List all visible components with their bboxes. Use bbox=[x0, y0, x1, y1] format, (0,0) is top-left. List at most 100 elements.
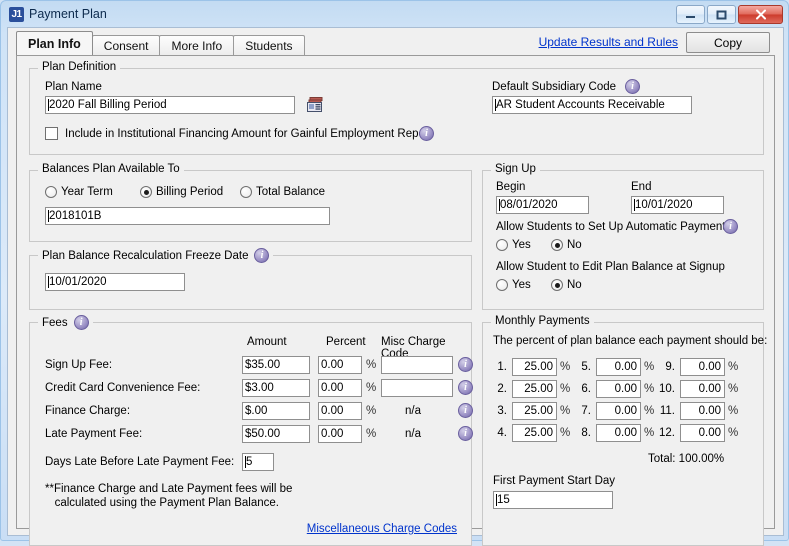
plan-name-input[interactable]: 2020 Fall Billing Period bbox=[45, 96, 295, 114]
payment-num-11: 11. bbox=[653, 405, 675, 417]
gainful-employment-checkbox-row[interactable]: Include in Institutional Financing Amoun… bbox=[45, 127, 432, 140]
payment-input-11[interactable]: 0.00 bbox=[680, 402, 725, 420]
info-icon-fees[interactable]: i bbox=[74, 315, 89, 330]
freeze-date-title: Plan Balance Recalculation Freeze Date i bbox=[38, 248, 273, 263]
payment-input-3[interactable]: 25.00 bbox=[512, 402, 557, 420]
sign-up-begin-input[interactable]: 08/01/2020 bbox=[496, 196, 589, 214]
fee-amount-late-payment[interactable]: $50.00 bbox=[242, 425, 310, 443]
balances-value: 2018101B bbox=[49, 210, 101, 222]
radio-dot-auto-payments-yes[interactable] bbox=[496, 239, 508, 251]
payment-input-9[interactable]: 0.00 bbox=[680, 358, 725, 376]
info-icon-late-payment-fee[interactable]: i bbox=[458, 426, 473, 441]
miscellaneous-charge-codes-link[interactable]: Miscellaneous Charge Codes bbox=[307, 523, 457, 535]
info-icon-subsidiary[interactable]: i bbox=[625, 79, 640, 94]
radio-dot-edit-balance-no[interactable] bbox=[551, 279, 563, 291]
fee-percent-late-payment[interactable]: 0.00 bbox=[318, 425, 362, 443]
fee-amount-sign-up[interactable]: $35.00 bbox=[242, 356, 310, 374]
first-payment-start-day-label: First Payment Start Day bbox=[493, 475, 615, 487]
payment-input-7[interactable]: 0.00 bbox=[596, 402, 641, 420]
payment-input-6[interactable]: 0.00 bbox=[596, 380, 641, 398]
fee-percent-credit-card[interactable]: 0.00 bbox=[318, 379, 362, 397]
days-late-input[interactable]: 5 bbox=[242, 453, 274, 471]
payment-input-8[interactable]: 0.00 bbox=[596, 424, 641, 442]
update-results-and-rules-link[interactable]: Update Results and Rules bbox=[539, 35, 678, 49]
first-payment-start-day-input[interactable]: 15 bbox=[493, 491, 613, 509]
tab-students[interactable]: Students bbox=[233, 35, 304, 55]
radio-label-billing-period: Billing Period bbox=[156, 186, 223, 198]
radio-dot-total-balance[interactable] bbox=[240, 186, 252, 198]
tab-consent[interactable]: Consent bbox=[92, 35, 161, 55]
payment-input-10[interactable]: 0.00 bbox=[680, 380, 725, 398]
balances-value-input[interactable]: 2018101B bbox=[45, 207, 330, 225]
radio-dot-auto-payments-no[interactable] bbox=[551, 239, 563, 251]
default-subsidiary-code-input[interactable]: AR Student Accounts Receivable bbox=[492, 96, 692, 114]
payment-value-7: 0.00 bbox=[615, 405, 637, 417]
payment-num-6: 6. bbox=[575, 383, 591, 395]
tab-panel-plan-info: Update Results and Rules Copy Plan Defin… bbox=[16, 55, 775, 529]
radio-edit-balance-no[interactable]: No bbox=[551, 279, 582, 291]
fees-title: Fees i bbox=[38, 315, 93, 330]
freeze-date-input[interactable]: 10/01/2020 bbox=[45, 273, 185, 291]
payment-input-1[interactable]: 25.00 bbox=[512, 358, 557, 376]
radio-year-term[interactable]: Year Term bbox=[45, 186, 113, 198]
payment-value-12: 0.00 bbox=[699, 427, 721, 439]
info-icon-credit-card-fee[interactable]: i bbox=[458, 380, 473, 395]
radio-auto-payments-no[interactable]: No bbox=[551, 239, 582, 251]
tab-plan-info[interactable]: Plan Info bbox=[16, 31, 93, 55]
sign-up-end-input[interactable]: 10/01/2020 bbox=[631, 196, 724, 214]
info-icon-finance-charge[interactable]: i bbox=[458, 403, 473, 418]
percent-symbol-3: % bbox=[366, 405, 376, 417]
gainful-employment-checkbox[interactable] bbox=[45, 127, 58, 140]
tab-more-info[interactable]: More Info bbox=[159, 35, 234, 55]
auto-payments-label: Allow Students to Set Up Automatic Payme… bbox=[496, 221, 731, 233]
close-button[interactable] bbox=[738, 5, 783, 24]
fee-percent-finance-charge-value: 0.00 bbox=[321, 405, 343, 417]
fee-percent-credit-card-value: 0.00 bbox=[321, 382, 343, 394]
info-icon-auto-payments[interactable]: i bbox=[723, 219, 738, 234]
fee-amount-sign-up-value: $35.00 bbox=[245, 359, 280, 371]
info-icon-freeze-date[interactable]: i bbox=[254, 248, 269, 263]
radio-dot-billing-period[interactable] bbox=[140, 186, 152, 198]
payment-value-4: 25.00 bbox=[524, 427, 553, 439]
minimize-button[interactable] bbox=[676, 5, 705, 24]
maximize-button[interactable] bbox=[707, 5, 736, 24]
radio-billing-period[interactable]: Billing Period bbox=[140, 186, 223, 198]
fee-misc-credit-card[interactable] bbox=[381, 379, 453, 397]
fee-amount-finance-charge-value: $.00 bbox=[245, 405, 267, 417]
default-subsidiary-code-value: AR Student Accounts Receivable bbox=[496, 99, 665, 111]
radio-label-auto-payments-no: No bbox=[567, 239, 582, 251]
monthly-payments-total: Total: 100.00% bbox=[648, 453, 724, 465]
sign-up-end-label: End bbox=[631, 181, 651, 193]
copy-button[interactable]: Copy bbox=[686, 32, 770, 53]
fee-amount-credit-card[interactable]: $3.00 bbox=[242, 379, 310, 397]
balances-group-title: Balances Plan Available To bbox=[38, 163, 184, 175]
radio-dot-edit-balance-yes[interactable] bbox=[496, 279, 508, 291]
payment-input-12[interactable]: 0.00 bbox=[680, 424, 725, 442]
radio-dot-year-term[interactable] bbox=[45, 186, 57, 198]
payment-num-1: 1. bbox=[491, 361, 507, 373]
payment-input-4[interactable]: 25.00 bbox=[512, 424, 557, 442]
payment-num-2: 2. bbox=[491, 383, 507, 395]
fee-percent-sign-up[interactable]: 0.00 bbox=[318, 356, 362, 374]
fee-misc-sign-up[interactable] bbox=[381, 356, 453, 374]
payment-input-2[interactable]: 25.00 bbox=[512, 380, 557, 398]
payment-num-10: 10. bbox=[653, 383, 675, 395]
radio-auto-payments-yes[interactable]: Yes bbox=[496, 239, 531, 251]
payment-num-7: 7. bbox=[575, 405, 591, 417]
tab-strip: Plan Info Consent More Info Students bbox=[16, 32, 304, 55]
fee-amount-finance-charge[interactable]: $.00 bbox=[242, 402, 310, 420]
fee-misc-finance-charge-na: n/a bbox=[405, 405, 421, 417]
client-area: Plan Info Consent More Info Students Upd… bbox=[7, 27, 784, 536]
payment-value-9: 0.00 bbox=[699, 361, 721, 373]
info-icon-gainful-employment[interactable]: i bbox=[419, 126, 434, 141]
list-lookup-icon[interactable] bbox=[307, 97, 323, 112]
info-icon-sign-up-fee[interactable]: i bbox=[458, 357, 473, 372]
radio-label-total-balance: Total Balance bbox=[256, 186, 325, 198]
radio-edit-balance-yes[interactable]: Yes bbox=[496, 279, 531, 291]
fees-col-amount: Amount bbox=[247, 336, 287, 348]
fee-percent-finance-charge[interactable]: 0.00 bbox=[318, 402, 362, 420]
percent-symbol-p3: % bbox=[560, 405, 570, 417]
payment-input-5[interactable]: 0.00 bbox=[596, 358, 641, 376]
radio-total-balance[interactable]: Total Balance bbox=[240, 186, 325, 198]
payment-num-9: 9. bbox=[653, 361, 675, 373]
